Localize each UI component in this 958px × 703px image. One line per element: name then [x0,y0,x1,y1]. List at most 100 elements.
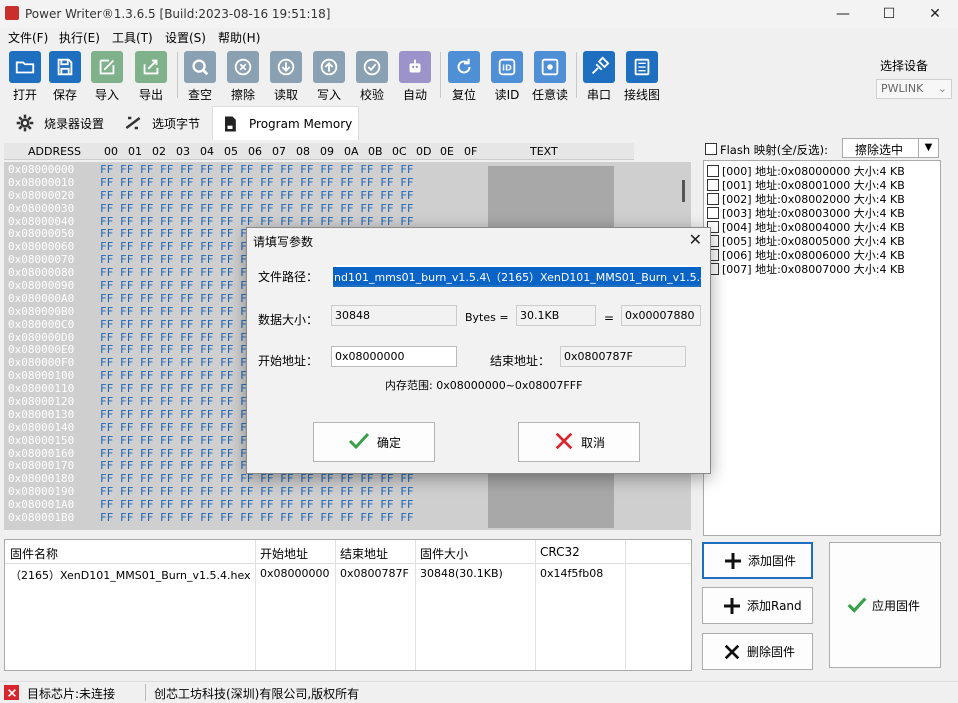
menu-execute[interactable]: 执行(E) [59,29,100,46]
hex-col: 02 [152,145,166,158]
auto-button[interactable]: 自动 [395,51,435,103]
hex-bytes-row: FF FF FF FF FF FF FF FF FF FF FF FF FF F… [100,188,414,202]
column-divider [535,540,536,670]
cell-start-address: 0x08000000 [260,567,330,580]
start-address-input[interactable]: 0x08000000 [331,346,457,367]
add-firmware-label: 添加固件 [748,554,797,568]
sector-label: [007] 地址:0x08007000 大小:4 KB [722,263,905,276]
cancel-label: 取消 [580,435,605,450]
wiring-button[interactable]: 接线图 [622,51,662,103]
hex-address-cell: 0x080000C0 [8,317,75,331]
scrollbar-thumb[interactable] [682,180,685,202]
menu-file[interactable]: 文件(F) [8,29,48,46]
sector-checkbox[interactable] [707,193,719,205]
file-path-label: 文件路径： [258,270,319,284]
delete-firmware-button[interactable]: 删除固件 [702,633,813,670]
cell-firmware-size: 30848(30.1KB) [420,567,503,580]
sliders-icon [122,112,144,134]
verify-button[interactable]: 校验 [352,51,392,103]
write-icon [313,51,345,83]
write-button[interactable]: 写入 [309,51,349,103]
tab-programmer-settings[interactable]: 烧录器设置 [8,106,110,140]
erase-button[interactable]: 擦除 [223,51,263,103]
checkmark-icon [846,594,868,616]
wiring-icon [626,51,658,83]
serial-button[interactable]: 串口 [579,51,619,103]
hex-address-cell: 0x08000150 [8,433,75,447]
table-row[interactable]: （2165）XenD101_MMS01_Burn_v1.5.4.hex 0x08… [5,564,691,584]
hex-address-cell: 0x08000020 [8,188,75,202]
open-button[interactable]: 打开 [5,51,45,103]
add-rand-button[interactable]: 添加Rand [702,587,813,624]
parameter-dialog: 请填写参数 ✕ 文件路径： nd101_mms01_burn_v1.5.4\（2… [246,227,711,474]
copyright-text: 创芯工坊科技(深圳)有限公司,版权所有 [154,687,360,701]
dropdown-arrow-icon[interactable]: ▼ [918,139,938,157]
add-firmware-button[interactable]: 添加固件 [702,542,813,579]
cell-crc32: 0x14f5fb08 [540,567,604,580]
size-kb-field: 30.1KB [516,305,596,326]
sector-checkbox[interactable] [707,165,719,177]
read-id-label: 读ID [494,88,520,102]
hex-bytes-row: FF FF FF FF FF FF FF FF FF FF FF FF FF F… [100,511,414,525]
device-select[interactable]: PWLINK ⌄ [876,79,952,99]
sector-checkbox[interactable] [707,207,719,219]
hex-col: 0B [368,145,383,158]
hex-col: 0D [416,145,432,158]
save-button[interactable]: 保存 [45,51,85,103]
file-path-input[interactable]: nd101_mms01_burn_v1.5.4\（2165）XenD101_MM… [333,265,701,287]
flash-sector-item[interactable]: [007] 地址:0x08007000 大小:4 KB [707,261,905,277]
flash-select-all-checkbox[interactable] [705,143,717,155]
arbitrary-read-button[interactable]: 任意读 [530,51,570,103]
hex-header: ADDRESS 00 01 02 03 04 05 06 07 08 09 0A… [4,143,634,160]
write-label: 写入 [316,88,341,102]
dialog-close-icon[interactable]: ✕ [689,230,702,249]
hex-address-cell: 0x08000130 [8,407,75,421]
apply-firmware-button[interactable]: 应用固件 [829,542,941,668]
hex-col: 09 [320,145,334,158]
firmware-table[interactable]: 固件名称 开始地址 结束地址 固件大小 CRC32 （2165）XenD101_… [4,539,692,671]
tab-label: 烧录器设置 [44,116,105,131]
import-button[interactable]: 导入 [87,51,127,103]
toolbar-separator [576,52,577,98]
reset-label: 复位 [451,88,476,102]
hex-col: 04 [200,145,214,158]
read-button[interactable]: 读取 [266,51,306,103]
erase-selected-button[interactable]: 擦除选中 ▼ [842,138,939,158]
read-id-button[interactable]: iD 读ID [487,51,527,103]
verify-icon [356,51,388,83]
blank-check-button[interactable]: 查空 [180,51,220,103]
toolbar: 打开 保存 导入 导出 查空 擦除 读取 写入 校验 自动 复位 iD 读ID … [0,48,870,102]
wiring-label: 接线图 [623,88,660,102]
tab-program-memory[interactable]: Program Memory [212,106,360,140]
menu-tools[interactable]: 工具(T) [112,29,153,46]
folder-open-icon [9,51,41,83]
import-label: 导入 [94,88,119,102]
open-label: 打开 [12,88,37,102]
address-column: 0x08000000 0x08000010 0x08000020 0x08000030… [8,163,100,525]
serial-icon [583,51,615,83]
size-hex-field: 0x00007880 [621,305,701,326]
close-button[interactable]: ✕ [912,0,958,28]
menu-help[interactable]: 帮助(H) [218,29,260,46]
hex-col: 05 [224,145,238,158]
minimize-button[interactable]: — [820,0,866,28]
flash-sector-list[interactable]: [000] 地址:0x08000000 大小:4 KB [001] 地址:0x08… [703,160,941,536]
serial-label: 串口 [586,88,611,102]
menu-settings[interactable]: 设置(S) [165,29,206,46]
sector-checkbox[interactable] [707,179,719,191]
chip-status: 目标芯片:未连接 [27,687,116,701]
cancel-button[interactable]: 取消 [518,422,640,462]
ok-button[interactable]: 确定 [313,422,435,462]
tab-bar: 烧录器设置 选项字节 Program Memory [0,104,700,140]
hex-address-cell: 0x080000B0 [8,304,75,318]
plus-icon [721,595,743,617]
hex-col: 06 [248,145,262,158]
export-button[interactable]: 导出 [131,51,171,103]
hex-address-cell: 0x08000120 [8,395,75,409]
reset-button[interactable]: 复位 [444,51,484,103]
data-size-label: 数据大小： [258,313,319,327]
maximize-button[interactable]: ☐ [866,0,912,28]
window-title: Power Writer®1.3.6.5 [Build:2023-08-16 1… [25,7,331,21]
hex-address-cell: 0x080000A0 [8,291,75,305]
tab-option-bytes[interactable]: 选项字节 [116,106,206,140]
